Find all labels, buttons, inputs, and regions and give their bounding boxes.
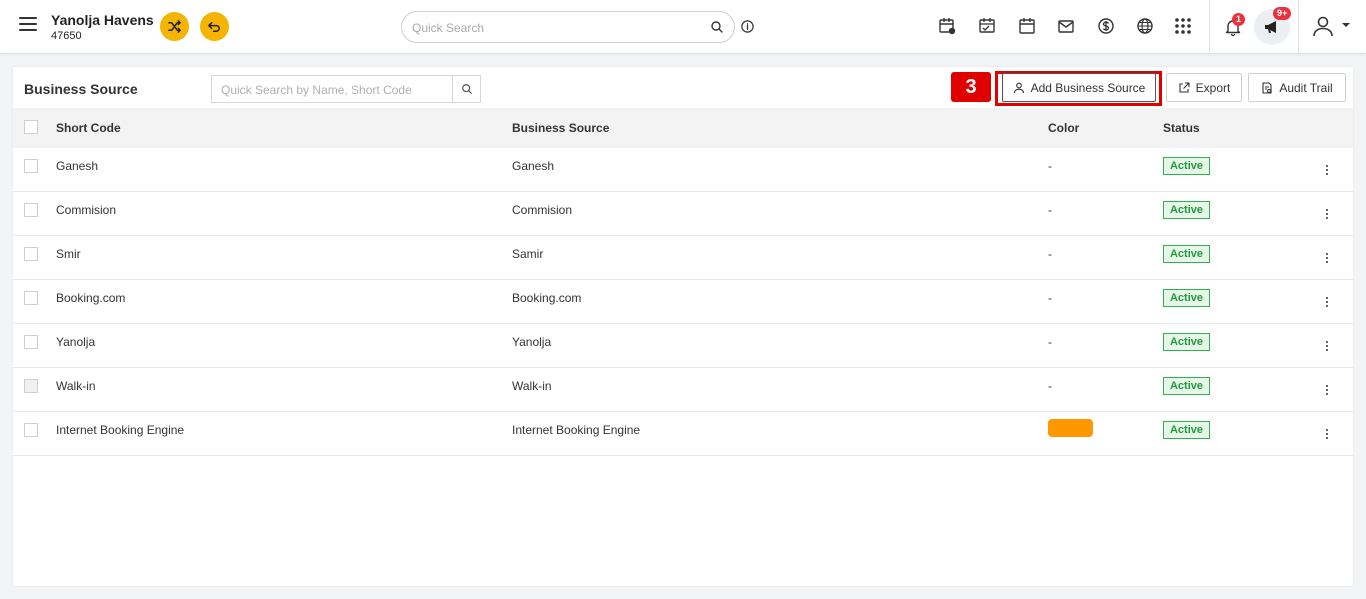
short-code-cell: Internet Booking Engine — [56, 423, 185, 437]
status-badge: Active — [1163, 201, 1210, 219]
dollar-icon[interactable] — [1096, 16, 1116, 36]
business-source-cell: Commision — [512, 203, 573, 217]
row-actions-icon[interactable] — [1323, 251, 1331, 265]
row-checkbox[interactable] — [24, 291, 38, 305]
user-icon — [1013, 82, 1024, 93]
business-source-cell: Ganesh — [512, 159, 555, 173]
divider — [1298, 0, 1299, 53]
business-source-cell: Booking.com — [512, 291, 582, 305]
hotel-name: Yanolja Havens — [51, 12, 154, 28]
add-business-source-label: Add Business Source — [1030, 80, 1146, 95]
audit-trail-button[interactable]: Audit Trail — [1248, 73, 1346, 102]
list-search — [211, 75, 481, 103]
status-badge: Active — [1163, 333, 1210, 351]
export-button[interactable]: Export — [1166, 73, 1242, 102]
column-status: Status — [1163, 121, 1200, 135]
table-header: Short Code Business Source Color Status — [13, 108, 1353, 148]
column-business-source[interactable]: Business Source — [512, 121, 609, 135]
global-search — [401, 11, 735, 43]
calendar-add-icon[interactable] — [937, 16, 957, 36]
export-label: Export — [1195, 80, 1231, 95]
table-row[interactable]: Internet Booking Engine Internet Booking… — [13, 412, 1353, 456]
color-cell: - — [1048, 247, 1052, 261]
status-badge: Active — [1163, 289, 1210, 307]
page-title: Business Source — [24, 81, 138, 97]
short-code-cell: Ganesh — [56, 159, 99, 173]
search-icon[interactable] — [710, 20, 724, 34]
audit-document-icon — [1262, 81, 1272, 94]
select-all-checkbox[interactable] — [24, 120, 38, 134]
step-marker: 3 — [951, 72, 991, 102]
color-cell: - — [1048, 159, 1052, 173]
menu-icon[interactable] — [19, 17, 37, 31]
megaphone-icon — [1265, 21, 1276, 33]
top-bar: Yanolja Havens 47650 1 9+ — [0, 0, 1366, 54]
switch-property-button[interactable] — [160, 12, 189, 41]
calendar-check-icon[interactable] — [977, 16, 997, 36]
column-color: Color — [1048, 121, 1080, 135]
row-checkbox[interactable] — [24, 335, 38, 349]
short-code-cell: Commision — [56, 203, 117, 217]
row-checkbox[interactable] — [24, 247, 38, 261]
short-code-cell: Booking.com — [56, 291, 126, 305]
row-actions-icon[interactable] — [1323, 339, 1331, 353]
color-cell: - — [1048, 203, 1052, 217]
apps-grid-icon[interactable] — [1173, 16, 1193, 36]
color-swatch — [1048, 419, 1093, 437]
row-checkbox[interactable] — [24, 159, 38, 173]
row-checkbox[interactable] — [24, 203, 38, 217]
add-business-source-button[interactable]: Add Business Source — [1002, 73, 1156, 102]
undo-button[interactable] — [200, 12, 229, 41]
business-source-cell: Internet Booking Engine — [512, 423, 641, 437]
export-icon — [1179, 81, 1190, 93]
list-search-input[interactable] — [221, 81, 451, 99]
status-badge: Active — [1163, 377, 1210, 395]
status-badge: Active — [1163, 245, 1210, 263]
list-search-button[interactable] — [452, 76, 480, 102]
business-source-cell: Samir — [512, 247, 544, 261]
user-menu[interactable] — [1312, 15, 1352, 37]
globe-icon[interactable] — [1135, 16, 1155, 36]
row-checkbox — [24, 379, 38, 393]
search-icon — [461, 84, 472, 94]
business-source-cell: Walk-in — [512, 379, 552, 393]
notification-badge: 1 — [1232, 13, 1246, 26]
row-checkbox[interactable] — [24, 423, 38, 437]
table-row[interactable]: Smir Samir - Active — [13, 236, 1353, 280]
calendar-icon[interactable] — [1017, 16, 1037, 36]
business-source-cell: Yanolja — [512, 335, 552, 349]
global-search-input[interactable] — [412, 19, 702, 37]
business-source-panel: Business Source 3 Add Business Source Ex… — [13, 67, 1353, 586]
hotel-id: 47650 — [51, 30, 82, 42]
column-short-code[interactable]: Short Code — [56, 121, 121, 135]
row-actions-icon[interactable] — [1323, 295, 1331, 309]
short-code-cell: Yanolja — [56, 335, 96, 349]
mail-icon[interactable] — [1056, 16, 1076, 36]
color-cell: - — [1048, 379, 1052, 393]
short-code-cell: Smir — [56, 247, 81, 261]
table-row[interactable]: Walk-in Walk-in - Active — [13, 368, 1353, 412]
row-actions-icon[interactable] — [1323, 163, 1331, 177]
color-cell: - — [1048, 291, 1052, 305]
table-row[interactable]: Booking.com Booking.com - Active — [13, 280, 1353, 324]
status-badge: Active — [1163, 421, 1210, 439]
undo-icon — [208, 22, 220, 32]
row-actions-icon[interactable] — [1323, 383, 1331, 397]
announcement-badge: 9+ — [1273, 7, 1292, 20]
shuffle-icon — [168, 20, 181, 33]
info-icon[interactable] — [740, 19, 755, 34]
status-badge: Active — [1163, 157, 1210, 175]
row-actions-icon[interactable] — [1323, 207, 1331, 221]
row-actions-icon[interactable] — [1323, 427, 1331, 441]
table-row[interactable]: Commision Commision - Active — [13, 192, 1353, 236]
divider — [1209, 0, 1210, 53]
color-cell: - — [1048, 335, 1052, 349]
short-code-cell: Walk-in — [56, 379, 96, 393]
audit-trail-label: Audit Trail — [1279, 80, 1333, 95]
table-row[interactable]: Ganesh Ganesh - Active — [13, 148, 1353, 192]
table-row[interactable]: Yanolja Yanolja - Active — [13, 324, 1353, 368]
